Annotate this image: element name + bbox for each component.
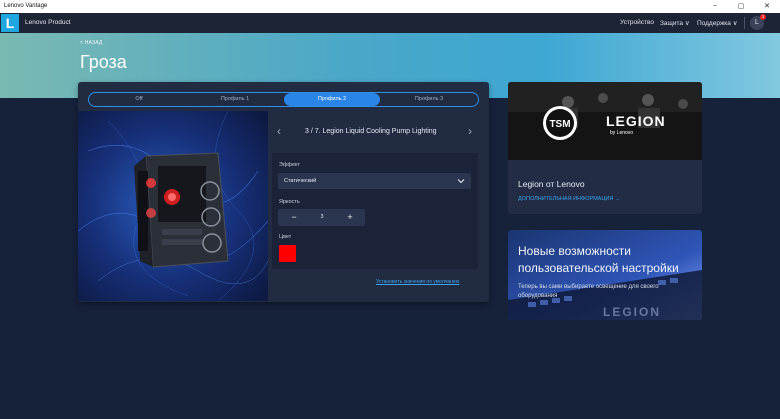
profile-tabs: Off Профиль 1 Профиль 2 Профиль 3: [88, 92, 479, 107]
legion-card[interactable]: TSM LEGION by Lenovo: [508, 82, 702, 214]
app-name: Lenovo Product: [25, 19, 71, 26]
close-button[interactable]: ✕: [754, 0, 780, 13]
keyboard-legion-text: LEGION: [603, 305, 661, 319]
nav-device[interactable]: Устройство: [620, 19, 654, 26]
more-info-link[interactable]: ДОПОЛНИТЕЛЬНАЯ ИНФОРМАЦИЯ →: [518, 196, 620, 202]
effect-label: Эффект: [279, 162, 301, 168]
minimize-button[interactable]: −: [702, 0, 728, 13]
increment-button[interactable]: +: [340, 209, 360, 226]
zone-title: 3 / 7. Legion Liquid Cooling Pump Lighti…: [305, 128, 437, 135]
color-label: Цвет: [279, 234, 292, 240]
legion-card-title: Legion от Lenovo: [518, 179, 585, 189]
prev-zone-button[interactable]: ‹: [277, 124, 281, 138]
effect-dropdown[interactable]: Статический: [278, 173, 471, 189]
brightness-stepper: − 3 +: [278, 209, 365, 226]
team-logo-text: TSM: [549, 119, 570, 130]
legion-promo-image: TSM LEGION by Lenovo: [508, 82, 702, 160]
color-swatch[interactable]: [279, 245, 296, 262]
back-link[interactable]: < НАЗАД: [80, 40, 103, 46]
app-header: L Lenovo Product Устройство Защита ∨ Под…: [0, 13, 780, 33]
brightness-label: Яркость: [279, 199, 300, 205]
chevron-down-icon: [457, 179, 465, 184]
nav-security[interactable]: Защита ∨: [660, 19, 690, 27]
tab-profile-3[interactable]: Профиль 3: [381, 93, 477, 106]
personalize-card-title: Новые возможности пользовательской настр…: [518, 244, 679, 275]
os-title-bar: Lenovo Vantage − ▢ ✕: [0, 0, 780, 13]
tab-off[interactable]: Off: [91, 93, 187, 106]
legion-logo-sub: by Lenovo: [610, 130, 633, 136]
header-divider: [744, 17, 745, 29]
nav-support[interactable]: Поддержка ∨: [697, 19, 737, 27]
tab-profile-2[interactable]: Профиль 2: [284, 93, 380, 106]
legion-logo-text: LEGION: [606, 113, 666, 129]
vantage-logo[interactable]: L: [1, 14, 19, 32]
effect-value: Статический: [284, 178, 317, 184]
brightness-value: 3: [320, 214, 324, 220]
next-zone-button[interactable]: ›: [468, 124, 472, 138]
decrement-button[interactable]: −: [284, 209, 304, 226]
maximize-button[interactable]: ▢: [728, 0, 754, 13]
pc-illustration: [78, 111, 268, 301]
notification-badge: 1: [760, 14, 766, 20]
tab-profile-1[interactable]: Профиль 1: [187, 93, 283, 106]
reset-defaults-link[interactable]: Установить значения по умолчанию: [376, 279, 459, 285]
window-title: Lenovo Vantage: [4, 3, 48, 9]
page-title: Гроза: [80, 52, 127, 72]
personalize-card-subtitle: Теперь вы сами выбираете освещение для с…: [518, 284, 659, 299]
